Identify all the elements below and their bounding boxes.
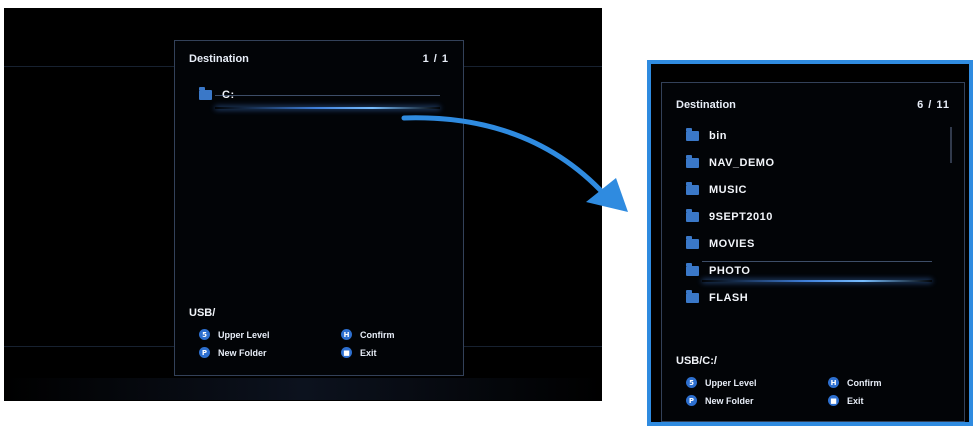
new-folder-hint[interactable]: P New Folder [199, 347, 267, 358]
upper-level-icon: 5 [199, 329, 210, 340]
current-path: USB/ [189, 307, 216, 319]
selection-top-line [215, 95, 440, 96]
folder-label: NAV_DEMO [709, 157, 775, 169]
hint-label: New Folder [218, 347, 267, 358]
new-folder-hint[interactable]: P New Folder [686, 395, 754, 406]
folder-item[interactable]: NAV_DEMO [686, 153, 775, 173]
right-screen: Destination 6 / 11 bin NAV_DEMO MUSIC 9S… [647, 60, 973, 426]
hint-label: Confirm [360, 329, 395, 340]
confirm-hint[interactable]: H Confirm [828, 377, 882, 388]
scrollbar[interactable] [950, 127, 952, 163]
folder-label: MUSIC [709, 184, 747, 196]
hint-label: Exit [360, 347, 377, 358]
folder-item[interactable]: bin [686, 126, 727, 146]
selection-top-line [702, 261, 932, 262]
confirm-icon: H [341, 329, 352, 340]
folder-item[interactable]: MUSIC [686, 180, 747, 200]
folder-item[interactable]: FLASH [686, 288, 748, 308]
exit-icon: ■ [341, 347, 352, 358]
folder-icon [686, 209, 699, 222]
panel-title: Destination [676, 99, 736, 111]
hint-label: Upper Level [218, 329, 270, 340]
bg-band [4, 378, 602, 400]
panel-title: Destination [189, 53, 249, 65]
folder-icon [686, 290, 699, 303]
confirm-hint[interactable]: H Confirm [341, 329, 395, 340]
upper-level-icon: 5 [686, 377, 697, 388]
hint-label: New Folder [705, 395, 754, 406]
folder-icon [686, 263, 699, 276]
page-count: 1 / 1 [422, 53, 449, 65]
exit-hint[interactable]: ■ Exit [828, 395, 864, 406]
folder-label: PHOTO [709, 265, 751, 277]
current-path: USB/C:/ [676, 355, 717, 367]
upper-level-hint[interactable]: 5 Upper Level [199, 329, 270, 340]
hint-label: Exit [847, 395, 864, 406]
exit-icon: ■ [828, 395, 839, 406]
folder-label: FLASH [709, 292, 749, 304]
folder-icon [686, 155, 699, 168]
folder-icon [686, 236, 699, 249]
folder-item[interactable]: MOVIES [686, 234, 755, 254]
new-folder-icon: P [686, 395, 697, 406]
upper-level-hint[interactable]: 5 Upper Level [686, 377, 757, 388]
folder-item-selected[interactable]: PHOTO [686, 261, 750, 281]
folder-item[interactable]: 9SEPT2010 [686, 207, 773, 227]
folder-label: bin [709, 130, 727, 142]
folder-icon [686, 182, 699, 195]
exit-hint[interactable]: ■ Exit [341, 347, 377, 358]
folder-icon [199, 87, 212, 100]
hint-label: Upper Level [705, 377, 757, 388]
folder-label: MOVIES [709, 238, 755, 250]
destination-panel: Destination 6 / 11 bin NAV_DEMO MUSIC 9S… [661, 82, 965, 422]
folder-icon [686, 128, 699, 141]
transition-arrow-icon [401, 115, 628, 212]
selection-highlight [702, 280, 932, 282]
folder-label: 9SEPT2010 [709, 211, 773, 223]
page-count: 6 / 11 [917, 99, 950, 111]
hint-label: Confirm [847, 377, 882, 388]
new-folder-icon: P [199, 347, 210, 358]
confirm-icon: H [828, 377, 839, 388]
